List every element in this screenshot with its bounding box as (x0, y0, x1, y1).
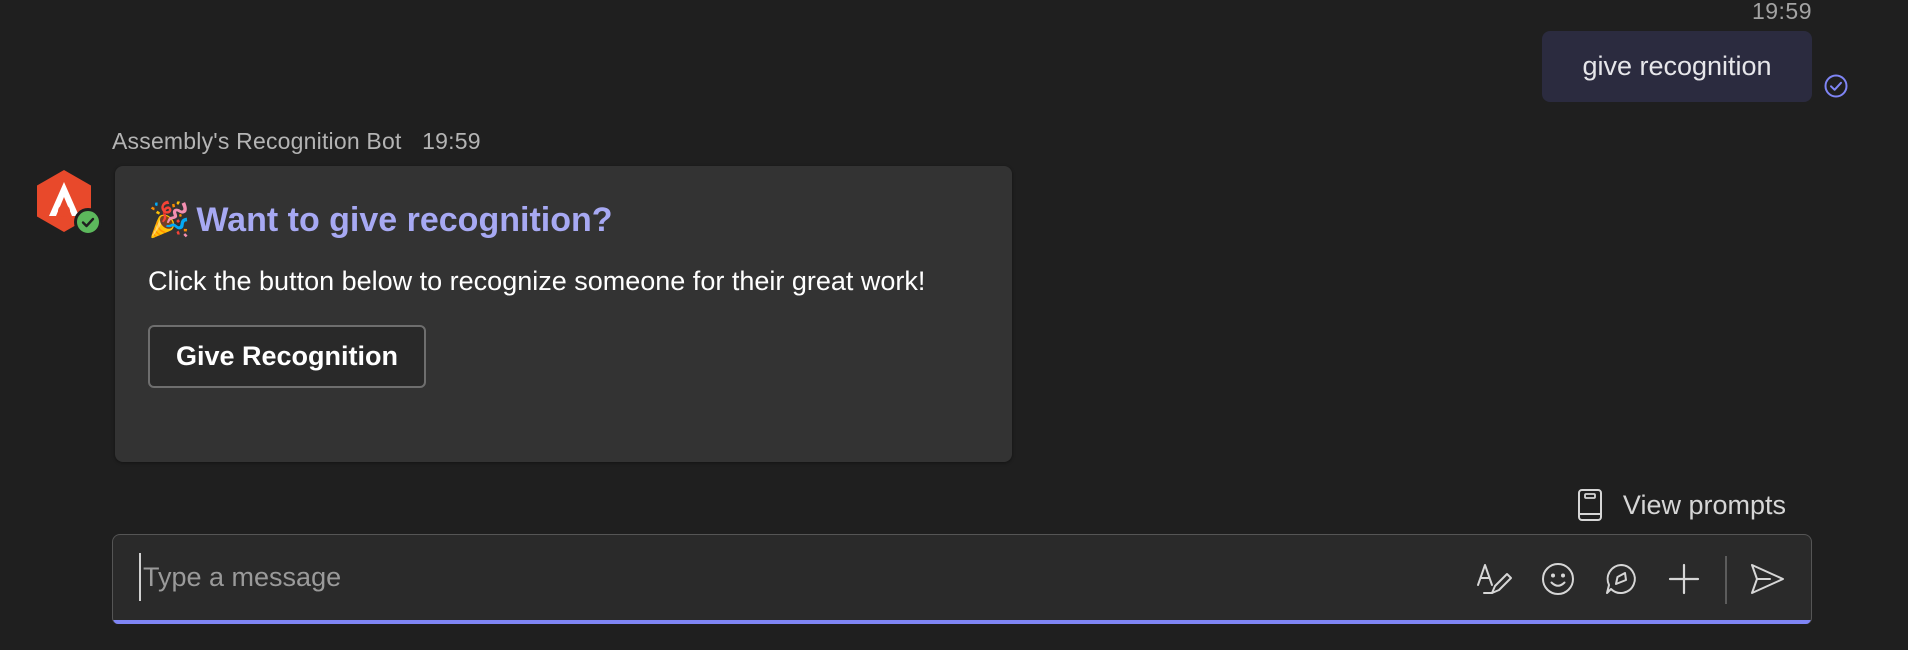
party-popper-icon: 🎉 (148, 201, 191, 239)
outgoing-message-time: 19:59 (1751, 0, 1812, 24)
bot-message-header: Assembly's Recognition Bot 19:59 (112, 128, 481, 155)
view-prompts-label: View prompts (1622, 489, 1786, 520)
card-title-text: Want to give recognition? (196, 201, 613, 239)
card-body-text: Click the button below to recognize some… (148, 265, 926, 296)
bot-sender-name: Assembly's Recognition Bot (112, 128, 402, 154)
compose-divider (1725, 556, 1727, 604)
recognition-card: 🎉 Want to give recognition? Click the bu… (115, 166, 1012, 462)
plus-icon[interactable] (1664, 559, 1704, 599)
message-input[interactable] (139, 553, 1345, 601)
outgoing-message-bubble[interactable]: give recognition (1542, 31, 1812, 102)
card-title: 🎉 Want to give recognition? (148, 200, 979, 241)
book-icon (1577, 489, 1602, 521)
bot-presence-indicator (74, 208, 102, 236)
format-icon[interactable] (1474, 559, 1514, 599)
view-prompts-button[interactable]: View prompts (1577, 488, 1786, 522)
bot-message-time: 19:59 (422, 128, 481, 154)
send-icon[interactable] (1747, 559, 1787, 599)
outgoing-message-text: give recognition (1582, 51, 1772, 81)
emoji-icon[interactable] (1538, 559, 1578, 599)
loop-icon[interactable] (1601, 559, 1641, 599)
sent-check-icon (1823, 73, 1849, 99)
give-recognition-button[interactable]: Give Recognition (148, 324, 426, 388)
compose-box (112, 534, 1812, 624)
